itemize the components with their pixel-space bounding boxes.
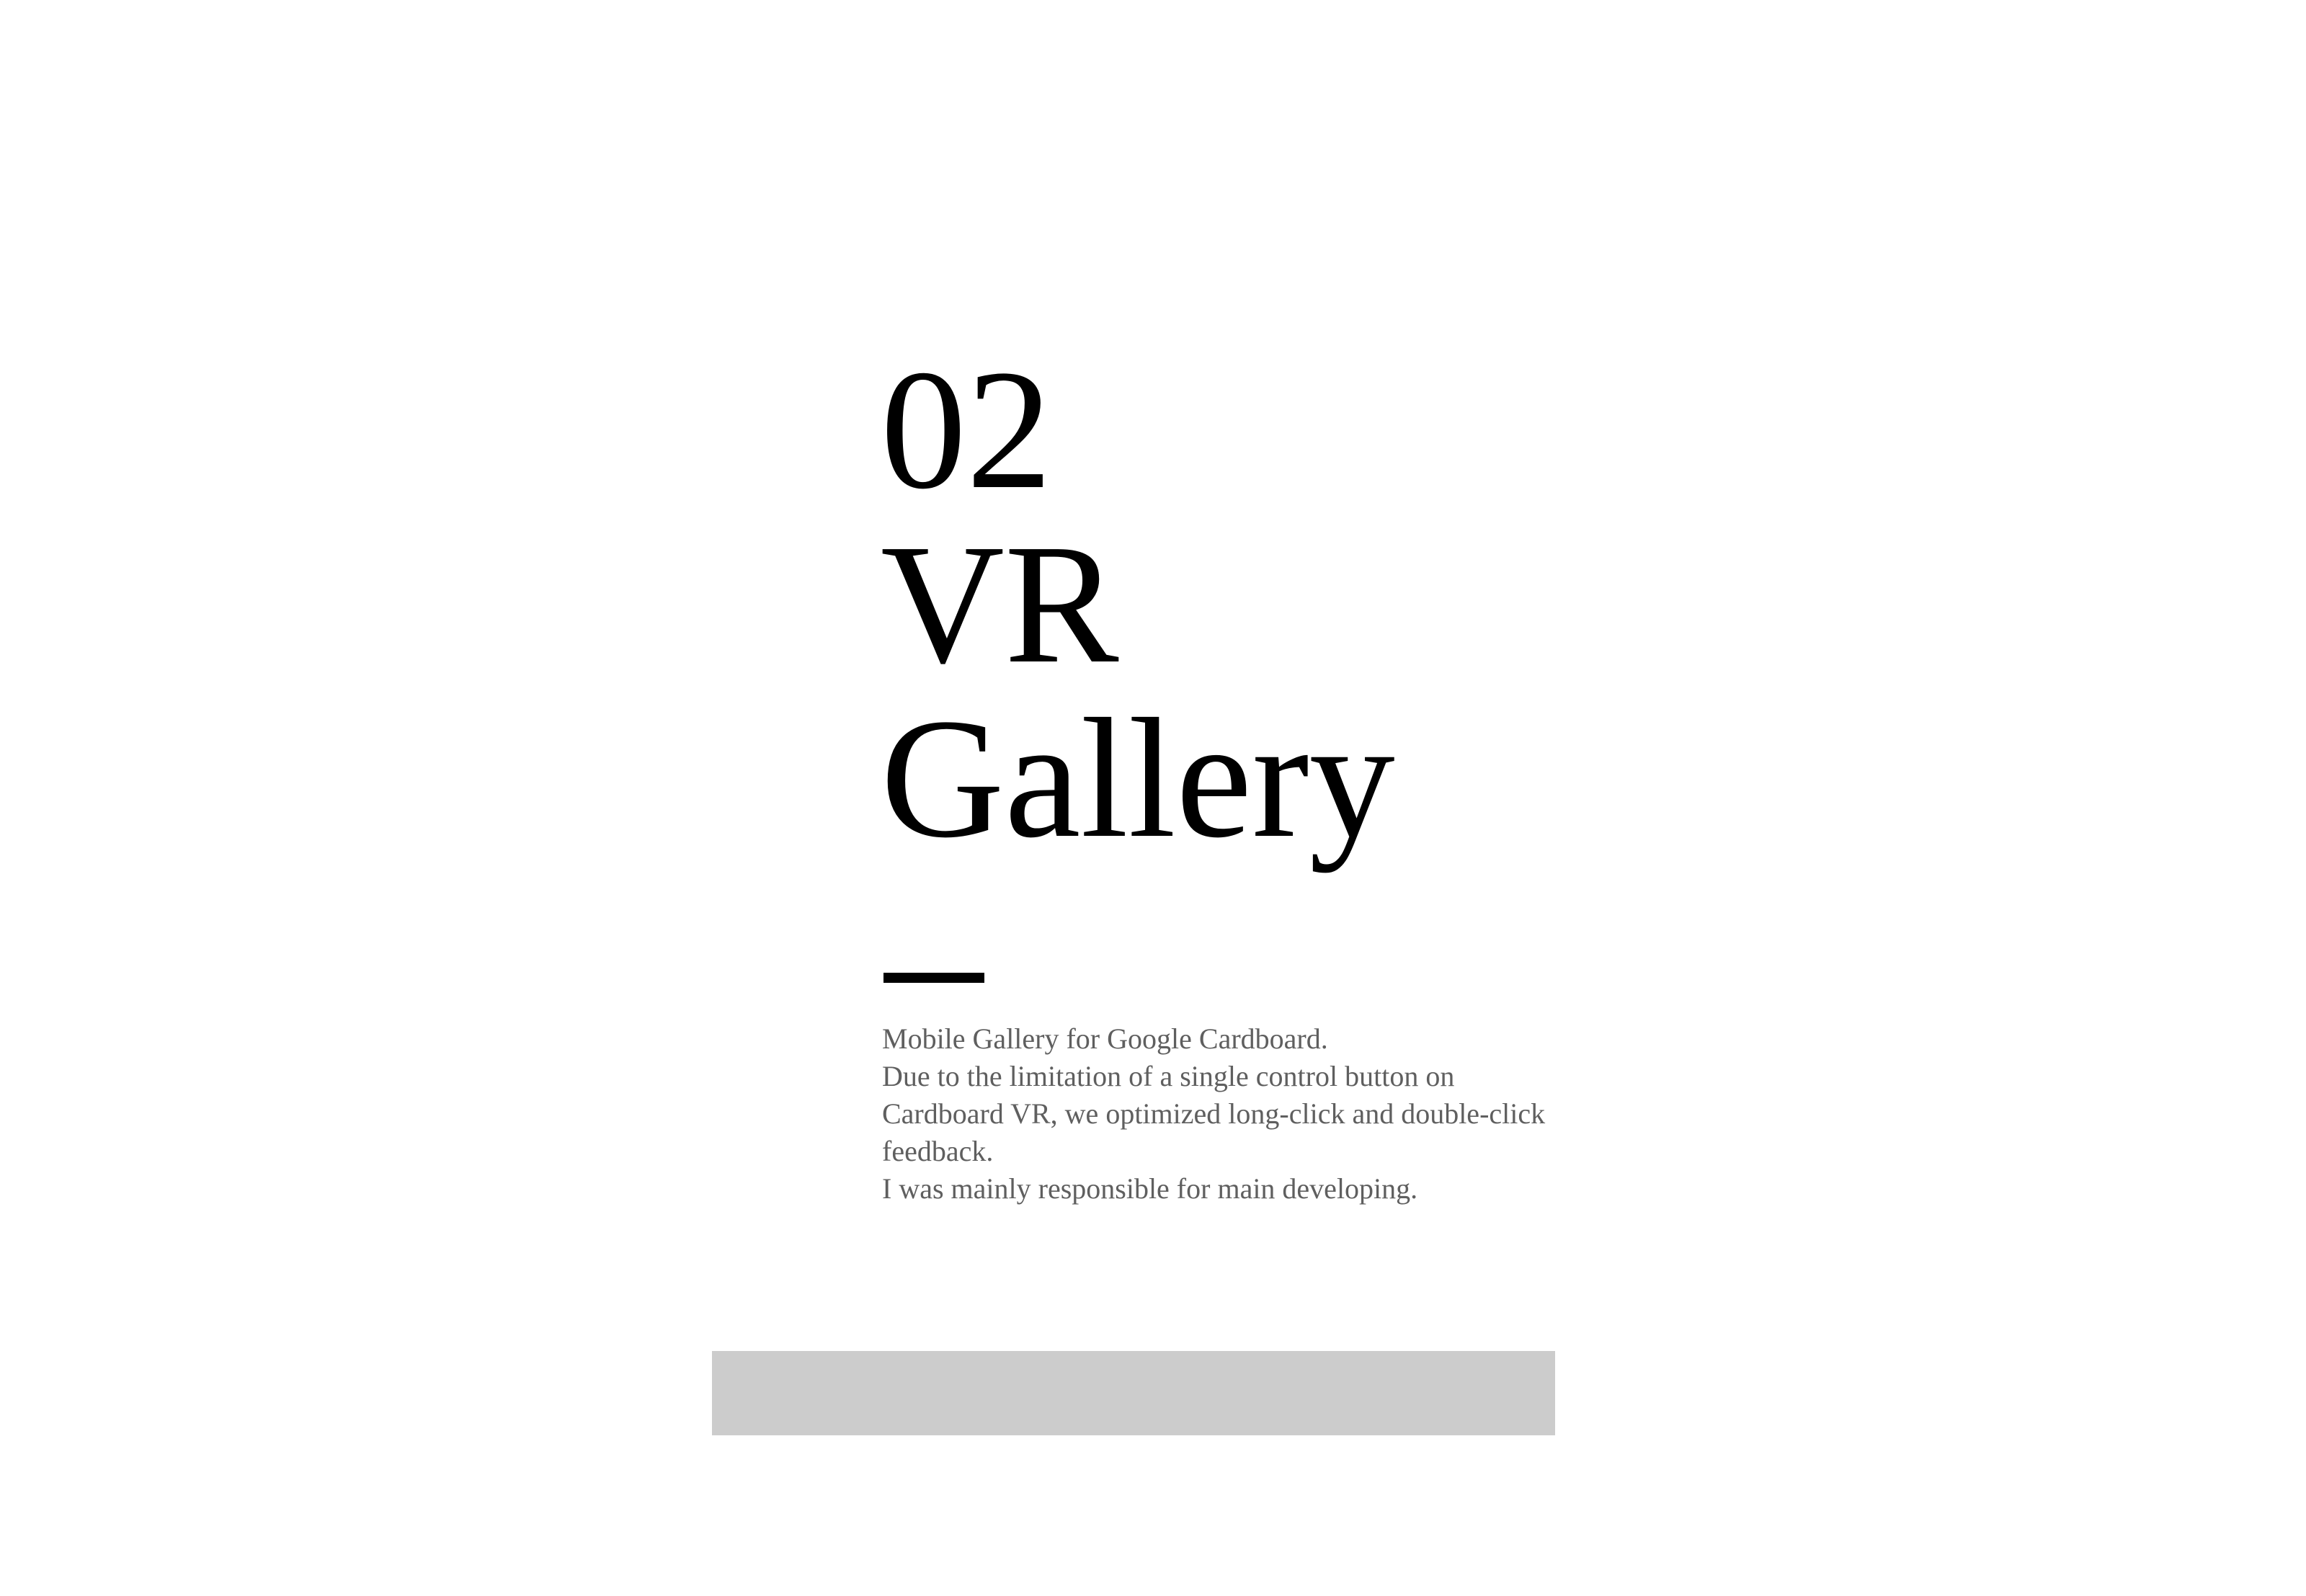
title-divider <box>883 973 984 983</box>
page: 02 VR Gallery Mobile Gallery for Google … <box>0 0 2306 1596</box>
project-number: 02 <box>881 335 1052 525</box>
project-description: Mobile Gallery for Google Cardboard. Due… <box>882 1020 1689 1208</box>
project-title-line-2: Gallery <box>881 684 1395 873</box>
description-line: feedback. <box>882 1135 994 1167</box>
description-line: I was mainly responsible for main develo… <box>882 1172 1418 1205</box>
project-title: 02 VR Gallery <box>881 343 1395 866</box>
description-line: Cardboard VR, we optimized long-click an… <box>882 1097 1546 1130</box>
description-line: Mobile Gallery for Google Cardboard. <box>882 1022 1328 1055</box>
description-line: Due to the limitation of a single contro… <box>882 1060 1455 1092</box>
project-title-line-1: VR <box>881 509 1119 699</box>
image-placeholder <box>712 1351 1555 1435</box>
